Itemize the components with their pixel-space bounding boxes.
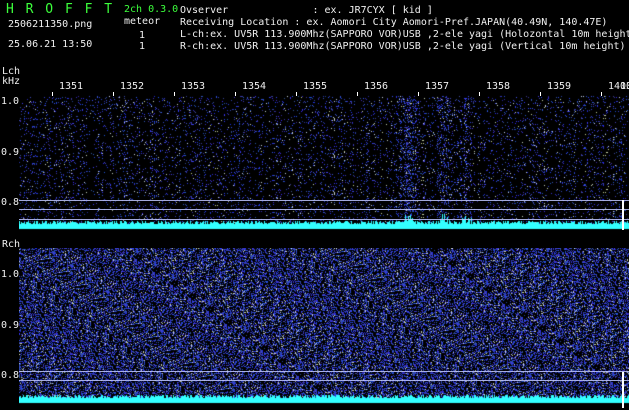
rch-freq-tick: 1.0 bbox=[1, 269, 20, 280]
rch-freq-tick: 0.9 bbox=[1, 320, 20, 331]
rch-spectrogram bbox=[19, 248, 629, 408]
meteor-count-2: 1 bbox=[139, 41, 146, 52]
app-title: H R O F F T bbox=[6, 2, 115, 17]
observer-line: Ovserver : ex. JR7CYX [ kid ] bbox=[180, 5, 433, 16]
location-line: Receiving Location : ex. Aomori City Aom… bbox=[180, 17, 608, 28]
rch-label: Rch bbox=[2, 239, 21, 250]
meteor-label: meteor bbox=[124, 16, 161, 27]
datetime: 25.06.21 13:50 bbox=[8, 39, 93, 50]
rch-reference-line bbox=[19, 371, 629, 372]
meteor-count-1: 1 bbox=[139, 30, 146, 41]
lch-reference-line bbox=[19, 200, 629, 201]
lch-reference-line bbox=[19, 219, 629, 220]
rch-freq-tick: 0.8 bbox=[1, 370, 20, 381]
lch-freq-tick: 1.0 bbox=[1, 96, 20, 107]
khz-unit-label: kHz bbox=[2, 76, 21, 87]
lch-spectrogram bbox=[19, 78, 629, 234]
lch-reference-line bbox=[19, 209, 629, 210]
lch-freq-tick: 0.8 bbox=[1, 197, 20, 208]
right-edge-marker bbox=[622, 372, 624, 408]
channel-mode: 2ch 0.3.0 bbox=[124, 4, 179, 15]
lch-description: L-ch:ex. UV5R 113.900Mhz(SAPPORO VOR)USB… bbox=[180, 29, 629, 40]
rch-description: R-ch:ex. UV5R 113.900Mhz(SAPPORO VOR)USB… bbox=[180, 41, 626, 52]
filename: 2506211350.png bbox=[8, 19, 93, 30]
right-edge-marker bbox=[622, 200, 624, 230]
lch-freq-tick: 0.9 bbox=[1, 147, 20, 158]
rch-reference-line bbox=[19, 380, 629, 381]
